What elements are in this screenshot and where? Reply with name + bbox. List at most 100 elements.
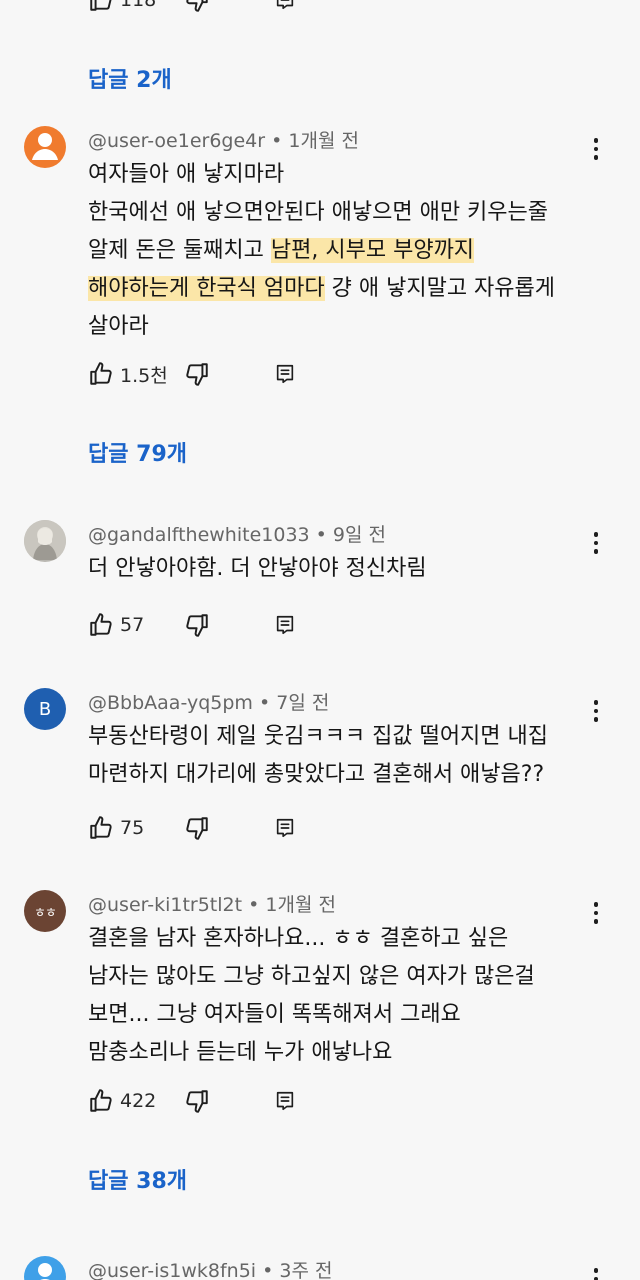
comment-text-segment: 한국에선 애 낳으면안된다 애낳으면 애만 키우는줄 (88, 200, 549, 225)
avatar-letter: B (38, 698, 52, 720)
comment-text-segment: 보면... 그냥 여자들이 똑똑해져서 그래요 (88, 1002, 461, 1027)
comment-line: 맘충소리나 듣는데 누가 애낳나요 (88, 1034, 588, 1072)
comment-author[interactable]: @gandalfthewhite1033 (88, 524, 310, 546)
like-count: 422 (120, 1090, 157, 1112)
avatar[interactable]: B (24, 688, 66, 730)
comment-meta: @BbbAaa-yq5pm • 7일 전 (88, 688, 329, 715)
thumb-up-icon (88, 612, 114, 638)
view-replies-link[interactable]: 답글 2개 (88, 62, 172, 94)
dislike-button[interactable] (184, 810, 274, 846)
comment-line: 알제 돈은 둘째치고 남편, 시부모 부양까지 (88, 232, 588, 270)
comment-actions: 75 (88, 810, 314, 846)
comment-author[interactable]: @user-ki1tr5tl2t (88, 894, 242, 916)
like-count: 75 (120, 817, 145, 839)
comment-line: 결혼을 남자 혼자하나요... ㅎㅎ 결혼하고 싶은 (88, 920, 588, 958)
comment-actions: 1.5천 (88, 356, 314, 392)
comment-text: 부동산타령이 제일 웃김ㅋㅋㅋ 집값 떨어지면 내집 마련하지 대가리에 총맞았… (88, 718, 588, 794)
like-count: 118 (120, 0, 157, 11)
highlighted-text: 해야하는게 한국식 엄마다 (88, 276, 325, 301)
reply-comment-icon (274, 363, 296, 385)
separator-dot: • (248, 894, 266, 916)
comment-author[interactable]: @user-is1wk8fn5i (88, 1260, 256, 1280)
comment-time: 1개월 전 (288, 130, 359, 152)
thumb-up-icon (88, 361, 114, 387)
reply-button[interactable] (274, 607, 314, 643)
comment-text-segment: 결혼을 남자 혼자하나요... ㅎㅎ 결혼하고 싶은 (88, 926, 509, 951)
separator-dot: • (258, 692, 277, 714)
more-options-button[interactable] (584, 1264, 608, 1280)
comment-line: 더 안낳아야함. 더 안낳아야 정신차림 (88, 550, 588, 588)
comment-text: 더 안낳아야함. 더 안낳아야 정신차림 (88, 550, 588, 588)
view-replies-link[interactable]: 답글 79개 (88, 436, 187, 468)
dislike-button[interactable] (184, 607, 274, 643)
comment-time: 3주 전 (279, 1260, 333, 1280)
comment-text-segment: 맘충소리나 듣는데 누가 애낳나요 (88, 1040, 393, 1065)
comment-time: 9일 전 (332, 524, 387, 546)
comment-author[interactable]: @user-oe1er6ge4r (88, 130, 265, 152)
comment-line: 한국에선 애 낳으면안된다 애낳으면 애만 키우는줄 (88, 194, 588, 232)
comment-line: 마련하지 대가리에 총맞았다고 결혼해서 애낳음?? (88, 756, 588, 794)
comment-meta: @user-oe1er6ge4r • 1개월 전 (88, 126, 359, 153)
reply-comment-icon (274, 817, 296, 839)
dislike-button[interactable] (184, 1083, 274, 1119)
comment-author[interactable]: @BbbAaa-yq5pm (88, 692, 253, 714)
photo-avatar (24, 520, 66, 562)
reply-comment-icon (274, 0, 296, 11)
avatar[interactable] (24, 520, 66, 562)
separator-dot: • (262, 1260, 280, 1280)
like-button[interactable]: 422 (88, 1083, 184, 1119)
dislike-button[interactable] (184, 356, 274, 392)
reply-button[interactable] (274, 0, 314, 18)
avatar[interactable]: ㅎㅎ (24, 890, 66, 932)
reply-button[interactable] (274, 356, 314, 392)
view-replies-link[interactable]: 답글 38개 (88, 1163, 187, 1195)
comment-actions: 422 (88, 1083, 314, 1119)
thumb-down-icon (184, 0, 210, 13)
highlighted-text: 남편, 시부모 부양까지 (270, 238, 475, 263)
thumb-up-icon (88, 815, 114, 841)
comment-actions: 57 (88, 607, 314, 643)
like-button[interactable]: 118 (88, 0, 184, 18)
comment-meta: @user-is1wk8fn5i • 3주 전 (88, 1256, 332, 1280)
comment-actions-top: 118 (88, 0, 314, 18)
thumb-up-icon (88, 1088, 114, 1114)
comment-line: 남자는 많아도 그냥 하고싶지 않은 여자가 많은걸 (88, 958, 588, 996)
thumb-down-icon (184, 815, 210, 841)
comment-text: 여자들아 애 낳지마라 한국에선 애 낳으면안된다 애낳으면 애만 키우는줄 알… (88, 156, 588, 346)
reply-button[interactable] (274, 810, 314, 846)
comment-text-segment: 살아라 (88, 314, 149, 339)
comment-meta: @gandalfthewhite1033 • 9일 전 (88, 520, 386, 547)
like-count: 57 (120, 614, 145, 636)
dislike-button[interactable] (184, 0, 274, 18)
avatar-letter: ㅎㅎ (34, 905, 57, 921)
reply-comment-icon (274, 614, 296, 636)
comment-text-segment: 부동산타령이 제일 웃김ㅋㅋㅋ 집값 떨어지면 내집 (88, 724, 549, 749)
comment-meta: @user-ki1tr5tl2t • 1개월 전 (88, 890, 336, 917)
thumb-down-icon (184, 612, 210, 638)
reply-comment-icon (274, 1090, 296, 1112)
comment-line: 살아라 (88, 308, 588, 346)
avatar[interactable] (24, 1256, 66, 1280)
separator-dot: • (315, 524, 333, 546)
like-count: 1.5천 (120, 364, 168, 387)
default-person-icon (24, 126, 66, 168)
comment-text-segment: 걍 애 낳지말고 자유롭게 (324, 276, 556, 301)
comment-text-segment: 남자는 많아도 그냥 하고싶지 않은 여자가 많은걸 (88, 964, 535, 989)
like-button[interactable]: 75 (88, 810, 184, 846)
comment-time: 1개월 전 (265, 894, 336, 916)
comment-time: 7일 전 (276, 692, 330, 714)
thumb-down-icon (184, 1088, 210, 1114)
reply-button[interactable] (274, 1083, 314, 1119)
separator-dot: • (271, 130, 289, 152)
comment-text: 결혼을 남자 혼자하나요... ㅎㅎ 결혼하고 싶은 남자는 많아도 그냥 하고… (88, 920, 588, 1072)
comment-text-segment: 여자들아 애 낳지마라 (88, 162, 285, 187)
comment-line: 여자들아 애 낳지마라 (88, 156, 588, 194)
comment-line: 해야하는게 한국식 엄마다 걍 애 낳지말고 자유롭게 (88, 270, 588, 308)
like-button[interactable]: 57 (88, 607, 184, 643)
avatar[interactable] (24, 126, 66, 168)
thumb-down-icon (184, 361, 210, 387)
like-button[interactable]: 1.5천 (88, 356, 184, 392)
comments-page: 118 답글 2개 @user-oe1er6ge4r • 1개월 전 여자들아 … (0, 0, 640, 1280)
comment-line: 보면... 그냥 여자들이 똑똑해져서 그래요 (88, 996, 588, 1034)
default-person-icon (24, 1256, 66, 1280)
